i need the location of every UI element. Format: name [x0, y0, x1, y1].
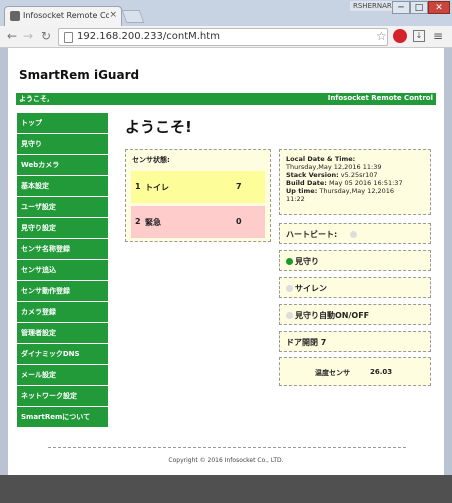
url-text[interactable]: 192.168.200.233/contM.htm [77, 31, 220, 42]
uptime-label: Up time: [286, 187, 318, 195]
window-bottom [0, 475, 452, 503]
sidebar-item-watch-settings[interactable]: 見守り設定 [17, 218, 108, 239]
header-bar: ようこそ, Infosocket Remote Control [16, 93, 436, 105]
door-status: ドア開閉 7 [279, 331, 431, 352]
sidebar-item-basic-settings[interactable]: 基本設定 [17, 176, 108, 197]
sidebar-item-ddns[interactable]: ダイナミックDNS [17, 344, 108, 365]
sensor-status-title: センサ状態: [132, 156, 170, 164]
sidebar-item-sensor-names[interactable]: センサ名称登録 [17, 239, 108, 260]
temperature-label: 温度センサ [315, 369, 350, 377]
auto-watch-status[interactable]: 見守り自動ON/OFF [279, 304, 431, 325]
star-icon[interactable]: ☆ [376, 29, 387, 43]
sensor-value: 7 [236, 182, 242, 191]
brand-label: Infosocket Remote Control [327, 94, 433, 102]
sidebar-item-watch[interactable]: 見守り [17, 134, 108, 155]
reload-icon[interactable]: ↻ [41, 29, 51, 43]
sidebar: トップ 見守り Webカメラ 基本設定 ユーザ設定 見守り設定 センサ名称登録 … [17, 113, 108, 428]
sidebar-item-admin[interactable]: 管理者設定 [17, 323, 108, 344]
sidebar-item-sensor-add[interactable]: センサ追込 [17, 260, 108, 281]
sensor-row: 1 トイレ 7 [131, 171, 265, 203]
auto-watch-label: 見守り自動ON/OFF [295, 311, 370, 320]
siren-indicator-icon [286, 285, 293, 292]
siren-status[interactable]: サイレン [279, 277, 431, 298]
heartbeat-indicator-icon [350, 231, 357, 238]
page-title: ようこそ! [125, 118, 192, 136]
sidebar-item-camera[interactable]: カメラ登録 [17, 302, 108, 323]
download-icon[interactable]: ↓ [413, 30, 425, 42]
stack-version-label: Stack Version: [286, 171, 339, 179]
page-content: SmartRem iGuard ようこそ, Infosocket Remote … [8, 48, 444, 475]
watch-indicator-icon [286, 258, 293, 265]
build-date-value: May 05 2016 16:51:37 [328, 179, 403, 187]
profile-badge[interactable]: RSHERNARI [350, 1, 397, 11]
system-info-panel: Local Date & Time: Thursday,May 12,2016 … [279, 149, 431, 215]
title-bar: Infosocket Remote Con × RSHERNARI ─ □ ✕ [0, 0, 452, 26]
door-label: ドア開閉 7 [286, 338, 327, 347]
siren-label: サイレン [295, 284, 327, 293]
minimize-button[interactable]: ─ [392, 1, 410, 14]
watch-status[interactable]: 見守り [279, 250, 431, 271]
browser-toolbar: ← → ↻ 192.168.200.233/contM.htm ☆ ↓ ≡ [0, 26, 452, 48]
forward-icon[interactable]: → [23, 29, 33, 43]
page-icon [64, 32, 73, 43]
sensor-number: 2 [135, 217, 141, 226]
menu-icon[interactable]: ≡ [433, 29, 443, 43]
sidebar-item-user-settings[interactable]: ユーザ設定 [17, 197, 108, 218]
footer-copyright: Copyright © 2016 Infosocket Co., LTD. [168, 457, 284, 464]
build-date-label: Build Date: [286, 179, 327, 187]
heartbeat-label: ハートビート: [286, 230, 338, 239]
stack-version-value: v5.25sr107 [340, 171, 378, 179]
local-date-label: Local Date & Time: [286, 155, 356, 163]
extension-icon[interactable] [393, 29, 407, 43]
sidebar-item-webcam[interactable]: Webカメラ [17, 155, 108, 176]
sensor-number: 1 [135, 182, 141, 191]
sidebar-item-sensor-actions[interactable]: センサ動作登録 [17, 281, 108, 302]
sidebar-item-mail[interactable]: メール設定 [17, 365, 108, 386]
browser-tab[interactable]: Infosocket Remote Con × [4, 6, 122, 26]
sidebar-item-network[interactable]: ネットワーク設定 [17, 386, 108, 407]
sidebar-item-top[interactable]: トップ [17, 113, 108, 134]
heartbeat-status: ハートビート: [279, 223, 431, 244]
favicon-icon [10, 11, 20, 21]
tab-close-icon[interactable]: × [109, 10, 117, 20]
local-date-value: Thursday,May 12,2016 11:39 [286, 163, 382, 171]
footer-divider [48, 447, 406, 448]
maximize-button[interactable]: □ [410, 1, 428, 14]
sensor-row: 2 緊急 0 [131, 206, 265, 238]
sidebar-item-about[interactable]: SmartRemについて [17, 407, 108, 428]
temperature-panel: 温度センサ 26.03 [279, 357, 431, 386]
close-window-button[interactable]: ✕ [428, 1, 450, 14]
address-bar[interactable]: 192.168.200.233/contM.htm [58, 28, 388, 46]
tab-title: Infosocket Remote Con [23, 11, 109, 20]
watch-label: 見守り [295, 257, 319, 266]
new-tab-button[interactable] [121, 10, 145, 23]
auto-watch-indicator-icon [286, 312, 293, 319]
sensor-value: 0 [236, 217, 242, 226]
greeting: ようこそ, [19, 95, 50, 103]
uptime-value-time: 11:22 [286, 195, 305, 203]
temperature-value: 26.03 [370, 368, 393, 376]
sensor-status-panel: センサ状態: 1 トイレ 7 2 緊急 0 [125, 149, 271, 242]
sensor-name: トイレ [145, 183, 169, 192]
app-title: SmartRem iGuard [19, 68, 140, 82]
uptime-value: Thursday,May 12,2016 [319, 187, 395, 195]
sensor-name: 緊急 [145, 218, 161, 227]
back-icon[interactable]: ← [7, 29, 17, 43]
